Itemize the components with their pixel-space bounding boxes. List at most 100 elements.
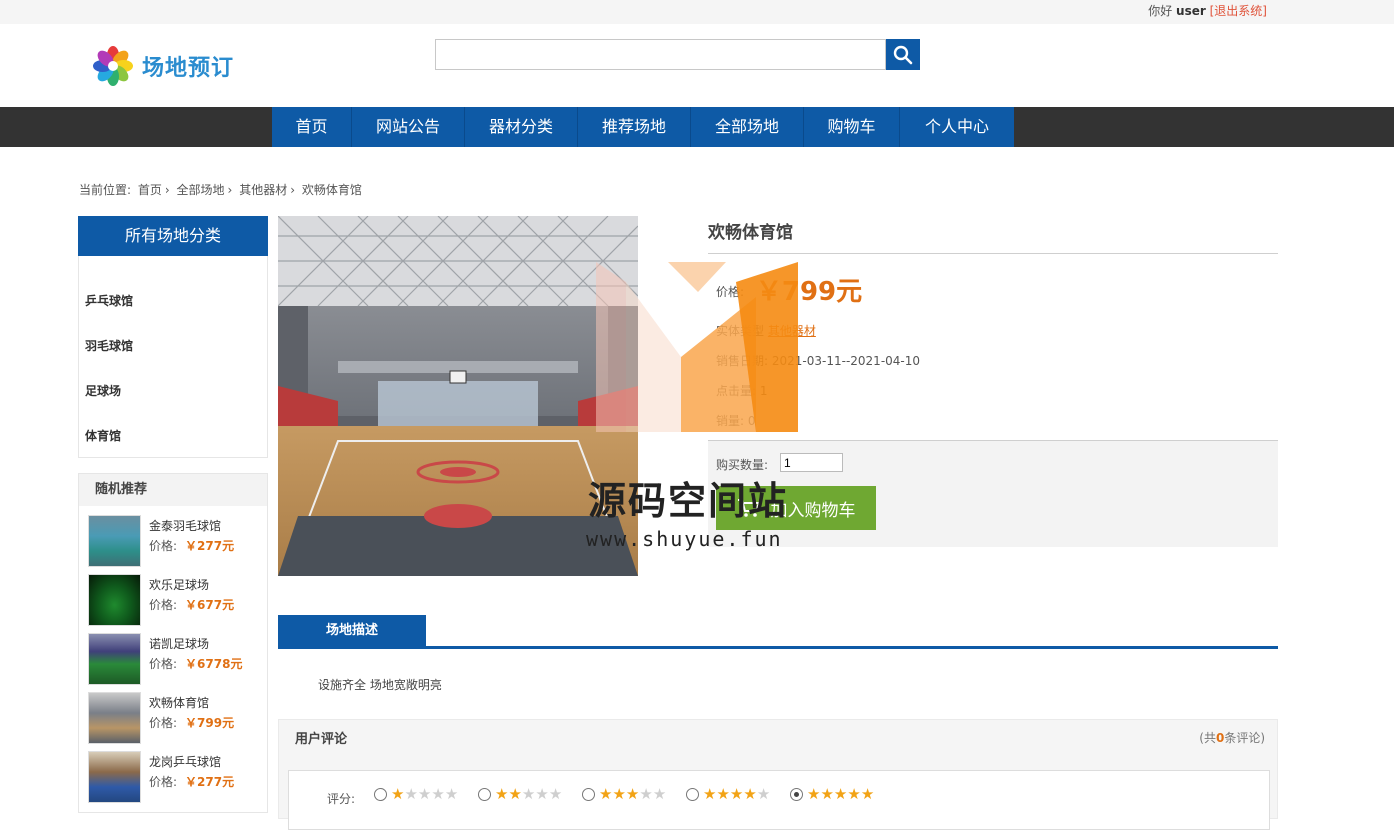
sale-date-value: 2021-03-11--2021-04-10 (771, 354, 921, 368)
category-item[interactable]: 足球场 (79, 382, 121, 399)
breadcrumb-all-venues[interactable]: 全部场地 (177, 183, 225, 197)
venue-description: 设施齐全 场地宽敞明亮 (318, 678, 442, 692)
product-title: 欢畅体育馆 (708, 223, 793, 243)
nav-equipment-categories[interactable]: 器材分类 (465, 107, 578, 147)
recommend-price: ￥277元 (185, 539, 235, 553)
recommend-name[interactable]: 欢乐足球场 (149, 576, 209, 593)
rating-radio[interactable] (374, 788, 387, 801)
nav-all-venues[interactable]: 全部场地 (691, 107, 804, 147)
venue-thumbnail[interactable] (88, 515, 141, 567)
recommend-item[interactable]: 欢乐足球场 价格: ￥677元 (88, 574, 263, 628)
search-button[interactable] (886, 39, 920, 70)
divider (708, 253, 1278, 254)
category-panel-title: 所有场地分类 (78, 216, 268, 256)
tab-description[interactable]: 场地描述 (278, 615, 426, 649)
breadcrumb: 当前位置: 首页 › 全部场地 › 其他器材 › 欢畅体育馆 (79, 181, 365, 198)
breadcrumb-prefix: 当前位置: (79, 183, 132, 197)
category-item[interactable]: 体育馆 (79, 427, 121, 444)
venue-thumbnail[interactable] (88, 751, 141, 803)
sold-label: 销量: (716, 414, 745, 428)
add-to-cart-button[interactable]: 加入购物车 (716, 486, 876, 530)
recommend-name[interactable]: 龙岗乒乓球馆 (149, 753, 221, 770)
recommend-item[interactable]: 诺凯足球场 价格: ￥6778元 (88, 633, 263, 687)
username: user (1176, 4, 1206, 18)
quantity-input[interactable] (780, 453, 843, 472)
clicks-row: 点击量: 1 (716, 384, 768, 398)
nav-recommended[interactable]: 推荐场地 (578, 107, 691, 147)
venue-thumbnail[interactable] (88, 692, 141, 744)
rating-radio[interactable] (582, 788, 595, 801)
breadcrumb-category[interactable]: 其他器材 (239, 183, 287, 197)
rating-option-5[interactable]: ★ ★ ★ ★ ★ (790, 787, 874, 802)
recommend-name[interactable]: 欢畅体育馆 (149, 694, 209, 711)
price-label: 价格: (149, 716, 178, 730)
nav-announcements[interactable]: 网站公告 (352, 107, 465, 147)
review-count-suffix: 条评论) (1224, 731, 1265, 745)
chevron-right-icon: › (164, 183, 170, 197)
rating-option-4[interactable]: ★ ★ ★ ★ ★ (686, 787, 770, 802)
price-row: 价格: ￥799元 (716, 271, 862, 308)
site-logo[interactable]: 场地预订 (90, 43, 234, 89)
recommend-price: ￥799元 (185, 716, 235, 730)
product-price: ￥799元 (755, 277, 863, 307)
venue-thumbnail[interactable] (88, 574, 141, 626)
price-label: 价格: (716, 285, 745, 299)
nav-home[interactable]: 首页 (272, 107, 352, 147)
nav-cart[interactable]: 购物车 (804, 107, 900, 147)
cart-icon (737, 499, 760, 517)
navbar: 首页 网站公告 器材分类 推荐场地 全部场地 购物车 个人中心 (0, 107, 1394, 147)
flower-logo-icon (90, 43, 136, 89)
purchase-box: 购买数量: 加入购物车 (708, 440, 1278, 547)
type-label: 实体类型 (716, 324, 765, 338)
recommend-panel: 随机推荐 金泰羽毛球馆 价格: ￥277元 欢乐足球场 价格: ￥677元 诺凯足球… (78, 473, 268, 813)
rating-radio[interactable] (478, 788, 491, 801)
venue-thumbnail[interactable] (88, 633, 141, 685)
search-bar (435, 39, 920, 70)
sale-date-label: 销售日期 (716, 354, 765, 368)
recommend-price: ￥277元 (185, 775, 235, 789)
search-input[interactable] (435, 39, 886, 70)
recommend-panel-title: 随机推荐 (79, 474, 267, 506)
recommend-item[interactable]: 金泰羽毛球馆 价格: ￥277元 (88, 515, 263, 569)
chevron-right-icon: › (290, 183, 296, 197)
clicks-value: 1 (759, 384, 768, 398)
review-count-prefix: (共 (1199, 731, 1216, 745)
add-to-cart-label: 加入购物车 (770, 500, 856, 521)
review-form: 评分: ★ ★ ★ ★ ★ ★ ★ ★ ★ ★ ★ ★ ★ ★ ★ ★ ★ ★ ★ ★ ★ ★ ★ ★ ★ (288, 770, 1270, 830)
logo-text: 场地预订 (142, 56, 235, 81)
rating-option-2[interactable]: ★ ★ ★ ★ ★ (478, 787, 562, 802)
category-item[interactable]: 羽毛球馆 (79, 337, 133, 354)
rating-radio[interactable] (686, 788, 699, 801)
type-row: 实体类型 其他器材 (716, 322, 816, 339)
score-label: 评分: (327, 792, 356, 806)
recommend-name[interactable]: 金泰羽毛球馆 (149, 517, 221, 534)
sale-date-row: 销售日期: 2021-03-11--2021-04-10 (716, 354, 921, 368)
review-count: (共0条评论) (1199, 729, 1265, 746)
price-label: 价格: (149, 598, 178, 612)
detail-tabs: 场地描述 (278, 615, 1278, 649)
main-nav: 首页 网站公告 器材分类 推荐场地 全部场地 购物车 个人中心 (272, 107, 1014, 147)
rating-option-1[interactable]: ★ ★ ★ ★ ★ (374, 787, 458, 802)
nav-profile[interactable]: 个人中心 (900, 107, 1014, 147)
recommend-price: ￥677元 (185, 598, 235, 612)
type-link[interactable]: 其他器材 (768, 324, 816, 338)
venue-main-image (278, 216, 638, 576)
rating-option-3[interactable]: ★ ★ ★ ★ ★ (582, 787, 666, 802)
recommend-item[interactable]: 龙岗乒乓球馆 价格: ￥277元 (88, 751, 263, 805)
breadcrumb-current: 欢畅体育馆 (301, 183, 362, 197)
sold-row: 销量: 0 (716, 412, 756, 429)
rating-radio-selected[interactable] (790, 788, 803, 801)
top-bar: 你好 user [退出系统] (0, 0, 1394, 24)
greeting-text: 你好 (1148, 4, 1173, 18)
logout-link[interactable]: [退出系统] (1210, 4, 1267, 18)
recommend-name[interactable]: 诺凯足球场 (149, 635, 209, 652)
category-item[interactable]: 乒乓球馆 (79, 292, 133, 309)
user-greeting: 你好 user [退出系统] (1148, 2, 1267, 19)
price-label: 价格: (149, 539, 178, 553)
reviews-panel: 用户评论 (共0条评论) 评分: ★ ★ ★ ★ ★ ★ ★ ★ ★ ★ ★ ★ ★ ★ ★ ★ ★ ★ ★ ★… (278, 719, 1278, 830)
search-icon (893, 45, 913, 64)
chevron-right-icon: › (227, 183, 233, 197)
clicks-label: 点击量 (716, 384, 753, 398)
recommend-item[interactable]: 欢畅体育馆 价格: ￥799元 (88, 692, 263, 746)
breadcrumb-home[interactable]: 首页 (138, 183, 162, 197)
